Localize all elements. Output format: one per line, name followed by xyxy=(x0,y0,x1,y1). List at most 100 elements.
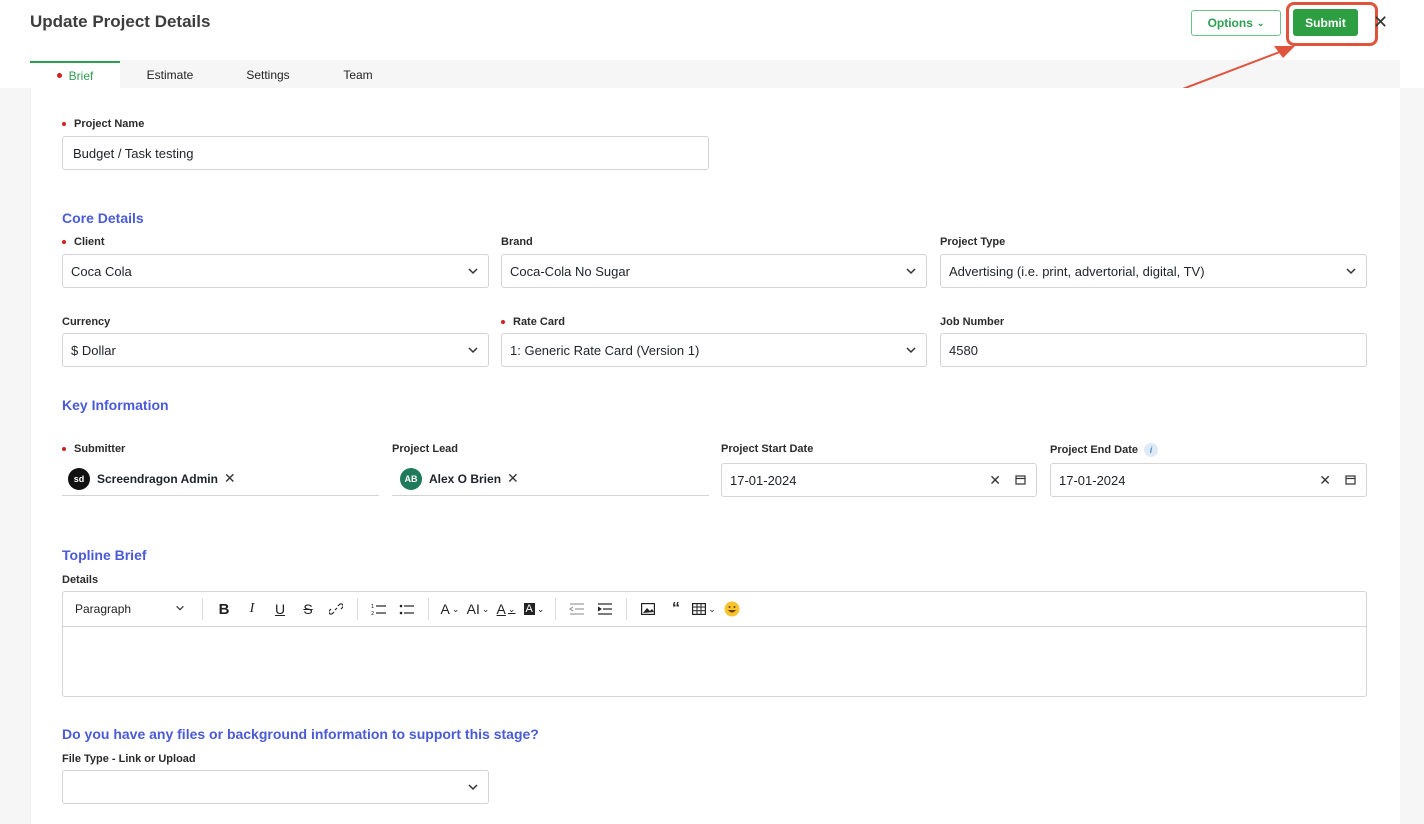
calendar-icon[interactable] xyxy=(1345,472,1356,488)
details-label: Details xyxy=(62,574,99,586)
options-label: Options xyxy=(1207,16,1253,30)
file-type-select[interactable] xyxy=(62,770,489,804)
start-date-label: Project Start Date xyxy=(721,443,814,455)
chevron-down-icon: ⌄ xyxy=(1256,17,1265,28)
submit-button[interactable]: Submit xyxy=(1293,9,1358,36)
close-icon[interactable]: ✕ xyxy=(1373,12,1388,32)
project-lead-label: Project Lead xyxy=(392,443,459,455)
end-date-input[interactable]: 17-01-2024 ✕ xyxy=(1050,463,1367,497)
clear-icon[interactable]: ✕ xyxy=(1319,472,1331,489)
strikethrough-icon[interactable]: S xyxy=(296,597,320,621)
paragraph-select[interactable]: Paragraph xyxy=(75,602,195,616)
core-details-heading: Core Details xyxy=(62,210,144,226)
client-value: Coca Cola xyxy=(71,263,132,279)
blockquote-icon[interactable]: “ xyxy=(664,597,688,621)
font-family-icon[interactable]: A ⌄ xyxy=(438,597,462,621)
currency-label: Currency xyxy=(62,316,111,328)
clear-icon[interactable]: ✕ xyxy=(989,472,1001,489)
job-number-input[interactable]: 4580 xyxy=(940,333,1367,367)
avatar: AB xyxy=(400,467,422,490)
tab-team[interactable]: Team xyxy=(316,61,400,88)
font-color-icon[interactable]: A ⌄ xyxy=(494,597,518,621)
currency-value: $ Dollar xyxy=(71,342,116,358)
brand-label: Brand xyxy=(501,236,533,248)
font-size-icon[interactable]: AI ⌄ xyxy=(466,597,490,621)
highlight-color-icon[interactable]: A ⌄ xyxy=(522,597,546,621)
client-label-text: Client xyxy=(74,236,105,248)
page: Update Project Details Options ⌄ Submit … xyxy=(0,0,1424,824)
rate-card-label: Rate Card xyxy=(501,316,565,328)
chevron-down-icon xyxy=(1336,265,1366,277)
tab-settings[interactable]: Settings xyxy=(220,61,316,88)
tab-brief-label: Brief xyxy=(68,68,94,83)
files-heading: Do you have any files or background info… xyxy=(62,726,539,742)
submitter-label-text: Submitter xyxy=(74,443,126,455)
tab-settings-label: Settings xyxy=(246,67,290,82)
project-type-value: Advertising (i.e. print, advertorial, di… xyxy=(949,263,1205,279)
required-dot xyxy=(501,320,505,324)
project-name-input[interactable]: Budget / Task testing xyxy=(62,136,709,170)
chevron-down-icon xyxy=(458,265,488,277)
start-date-input[interactable]: 17-01-2024 ✕ xyxy=(721,463,1037,497)
submitter-label: Submitter xyxy=(62,443,125,455)
divider xyxy=(626,598,627,620)
left-gutter xyxy=(0,88,30,824)
project-name-label-text: Project Name xyxy=(74,118,145,130)
outdent-icon[interactable] xyxy=(565,597,589,621)
submitter-name: Screendragon Admin xyxy=(97,471,218,486)
svg-text:2: 2 xyxy=(371,611,374,616)
currency-select[interactable]: $ Dollar xyxy=(62,333,489,367)
project-name-label: Project Name xyxy=(62,118,144,130)
tab-estimate[interactable]: Estimate xyxy=(120,61,220,88)
divider xyxy=(428,598,429,620)
calendar-icon[interactable] xyxy=(1015,472,1026,488)
bold-icon[interactable]: B xyxy=(212,597,236,621)
tab-team-label: Team xyxy=(343,67,373,82)
divider xyxy=(202,598,203,620)
emoji-icon[interactable] xyxy=(720,597,744,621)
chevron-down-icon xyxy=(458,781,488,793)
numbered-list-icon[interactable]: 12 xyxy=(367,597,391,621)
client-select[interactable]: Coca Cola xyxy=(62,254,489,288)
submitter-field[interactable]: sd Screendragon Admin ✕ xyxy=(62,462,379,496)
image-icon[interactable] xyxy=(636,597,660,621)
indent-icon[interactable] xyxy=(593,597,617,621)
start-date-value: 17-01-2024 xyxy=(730,472,797,488)
end-date-label: Project End Date i xyxy=(1050,443,1159,457)
project-type-label: Project Type xyxy=(940,236,1006,248)
tab-brief[interactable]: Brief xyxy=(30,61,120,88)
required-dot xyxy=(62,122,66,126)
client-label: Client xyxy=(62,236,105,248)
project-name-value: Budget / Task testing xyxy=(73,145,194,161)
project-lead-field[interactable]: AB Alex O Brien ✕ xyxy=(392,462,709,496)
table-icon[interactable]: ⌄ xyxy=(692,597,716,621)
chevron-down-icon xyxy=(896,265,926,277)
project-type-select[interactable]: Advertising (i.e. print, advertorial, di… xyxy=(940,254,1367,288)
underline-icon[interactable]: U xyxy=(268,597,292,621)
italic-icon[interactable]: I xyxy=(240,597,264,621)
editor-toolbar: Paragraph B I U S 12 A ⌄ AI ⌄ A ⌄ A ⌄ “ ⌄ xyxy=(63,592,1366,627)
chevron-down-icon xyxy=(458,344,488,356)
required-dot xyxy=(62,447,66,451)
date-controls: ✕ xyxy=(989,472,1036,489)
right-gutter xyxy=(1400,88,1424,824)
project-lead-name: Alex O Brien xyxy=(429,471,502,486)
info-icon[interactable]: i xyxy=(1144,443,1159,457)
job-number-label: Job Number xyxy=(940,316,1005,328)
bullet-list-icon[interactable] xyxy=(395,597,419,621)
svg-text:1: 1 xyxy=(371,604,374,610)
brand-value: Coca-Cola No Sugar xyxy=(510,263,630,279)
options-button[interactable]: Options ⌄ xyxy=(1191,10,1281,36)
rate-card-select[interactable]: 1: Generic Rate Card (Version 1) xyxy=(501,333,927,367)
required-dot xyxy=(62,240,66,244)
editor-body[interactable] xyxy=(63,627,1366,697)
close-icon[interactable]: ✕ xyxy=(224,470,236,487)
link-icon[interactable] xyxy=(324,597,348,621)
page-title: Update Project Details xyxy=(30,12,211,31)
tab-estimate-label: Estimate xyxy=(146,67,194,82)
divider xyxy=(357,598,358,620)
close-icon[interactable]: ✕ xyxy=(507,470,519,487)
rate-card-label-text: Rate Card xyxy=(513,316,565,328)
brand-select[interactable]: Coca-Cola No Sugar xyxy=(501,254,927,288)
end-date-label-text: Project End Date xyxy=(1050,444,1139,456)
